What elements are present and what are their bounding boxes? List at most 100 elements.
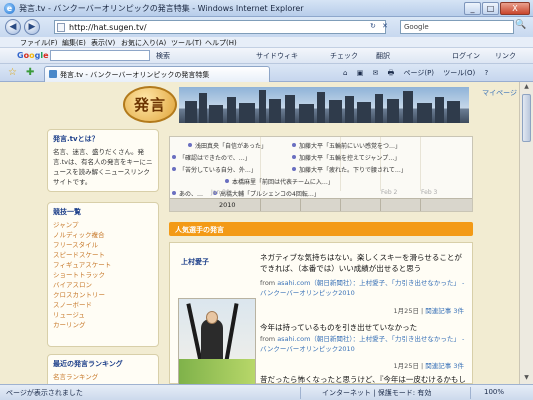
sport-link-curling[interactable]: カーリング (53, 320, 153, 330)
quote-timeline[interactable]: 浅田真央「自信があった」 加藤大平「五輪前にいい感覚をつ…」 「確認はできたので… (169, 136, 473, 212)
sport-link-biathlon[interactable]: バイアスロン (53, 280, 153, 290)
timeline-event[interactable]: 「苦労している自分、外…」 (172, 165, 257, 174)
site-logo[interactable]: 発言 (123, 86, 177, 123)
sport-link-short-track[interactable]: ショートトラック (53, 270, 153, 280)
header-skyline-image (179, 87, 469, 123)
quote-text[interactable]: 昔だったら怖くなったと思うけど、『今年は一皮むけるかもしれん』というネガティブさ… (260, 374, 468, 384)
sidewiki-button[interactable]: サイドウィキ (256, 51, 298, 61)
menu-view[interactable]: 表示(V) (91, 38, 115, 48)
web-page: マイページ 発言 発言.tvとは？ 名言、迷言、盛りだくさん。発言.tvは、有名… (37, 82, 517, 384)
page-menu-button[interactable]: ページ(P) (404, 69, 435, 77)
minimize-button[interactable]: _ (464, 2, 481, 15)
sport-link-nordic-combined[interactable]: ノルディック複合 (53, 230, 153, 240)
timeline-event[interactable]: 加藤大平「五輪を控えてジャンプ…」 (291, 153, 400, 162)
about-body: 名言、迷言、盛りだくさん。発言.tvは、有名人の発言をキーにニュースを読み解くニ… (53, 148, 153, 186)
quote-text[interactable]: ネガティブな気持ちはない。楽しくスキーを滑らせることができれば、（本番では）いい… (260, 252, 468, 274)
close-button[interactable]: X (500, 2, 530, 15)
address-row: ◀ ▶ http://hat.sugen.tv/ ↻ ✕ Google 🔍 (0, 17, 533, 37)
add-favorite-icon[interactable]: ✚ (26, 67, 34, 78)
search-box[interactable]: Google 🔍 (400, 20, 526, 34)
timeline-year-band[interactable]: 2010 (170, 198, 472, 211)
login-button[interactable]: ログイン (452, 51, 480, 61)
menu-favorites[interactable]: お気に入り(A) (121, 38, 166, 48)
maximize-button[interactable]: □ (482, 2, 499, 15)
quote-source: from asahi.com（朝日新聞社）：上村愛子、「力引き出せなかった」 -… (260, 279, 465, 297)
sports-list: ジャンプ ノルディック複合 フリースタイル スピードスケート フィギュアスケート… (48, 220, 158, 330)
refresh-stop-buttons[interactable]: ↻ ✕ (370, 22, 390, 30)
source-link[interactable]: asahi.com（朝日新聞社）：上村愛子、「力引き出せなかった」 - バンクー… (260, 279, 464, 297)
print-icon[interactable]: 🖶 (388, 69, 395, 77)
mail-icon[interactable]: ✉ (373, 69, 379, 77)
address-url[interactable]: http://hat.sugen.tv/ (69, 23, 147, 32)
scroll-up-icon[interactable]: ▲ (522, 83, 531, 92)
sport-link-snowboard[interactable]: スノーボード (53, 300, 153, 310)
source-link[interactable]: asahi.com（朝日新聞社）：上村愛子、「力引き出せなかった」 - バンクー… (260, 335, 464, 353)
tab-row: ☆ ✚ 発言.tv - バンクーバーオリンピックの発言特集 ⌂ ▣ ✉ 🖶 ペー… (0, 64, 533, 82)
scroll-thumb[interactable] (522, 94, 531, 142)
command-bar: ⌂ ▣ ✉ 🖶 ページ(P) ツール(O) ? (343, 68, 495, 80)
sport-link-freestyle[interactable]: フリースタイル (53, 240, 153, 250)
quote-source: from asahi.com（朝日新聞社）：上村愛子、「力引き出せなかった」 -… (260, 335, 465, 353)
tab-label: 発言.tv - バンクーバーオリンピックの発言特集 (60, 71, 210, 79)
quote-text[interactable]: 今年は持っているものを引き出せていなかった (260, 322, 468, 333)
feeds-icon[interactable]: ▣ (357, 69, 364, 77)
sport-link-luge[interactable]: リュージュ (53, 310, 153, 320)
related-articles-link[interactable]: 関連記事 3件 (425, 362, 464, 370)
sport-link-cross-country[interactable]: クロスカントリー (53, 290, 153, 300)
ranking-title: 最近の発言ランキング (53, 360, 123, 368)
athlete-photo (178, 298, 256, 384)
security-zone[interactable]: インターネット | 保護モード: 有効 (322, 388, 431, 398)
google-search-button[interactable]: 検索 (156, 51, 170, 61)
timeline-day-label: Feb 2 (381, 189, 398, 196)
menu-help[interactable]: ヘルプ(H) (205, 38, 237, 48)
sports-list-title: 競技一覧 (53, 208, 81, 216)
home-icon[interactable]: ⌂ (343, 69, 347, 77)
timeline-event[interactable]: 「確認はできたので、…」 (172, 153, 251, 162)
browser-tab[interactable]: 発言.tv - バンクーバーオリンピックの発言特集 (44, 66, 270, 82)
menu-file[interactable]: ファイル(F) (20, 38, 58, 48)
search-placeholder[interactable]: Google (404, 23, 429, 31)
page-icon (57, 23, 65, 32)
address-bar[interactable]: http://hat.sugen.tv/ (54, 20, 386, 34)
mypage-link[interactable]: マイページ (482, 88, 517, 98)
athlete-name-link[interactable]: 上村愛子 (181, 257, 209, 267)
check-button[interactable]: チェック (330, 51, 358, 61)
about-box: 発言.tvとは？ 名言、迷言、盛りだくさん。発言.tvは、有名人の発言をキーにニ… (47, 129, 159, 192)
browser-viewport: マイページ 発言 発言.tvとは？ 名言、迷言、盛りだくさん。発言.tvは、有名… (0, 82, 533, 384)
vertical-scrollbar[interactable]: ▲ ▼ (519, 82, 533, 384)
links-button[interactable]: リンク (495, 51, 516, 61)
related-articles-link[interactable]: 関連記事 3件 (425, 307, 464, 315)
ranking-link-quotes[interactable]: 名言ランキング (53, 372, 153, 382)
menu-tools[interactable]: ツール(T) (171, 38, 202, 48)
title-bar: e 発言.tv - バンクーバーオリンピックの発言特集 - Windows In… (0, 0, 533, 17)
quote-date: 1月25日 (393, 307, 419, 315)
menu-edit[interactable]: 編集(E) (62, 38, 86, 48)
zoom-level[interactable]: 100% (484, 388, 504, 396)
timeline-year: 2010 (219, 201, 236, 209)
ranking-links: 名言ランキング (48, 372, 158, 382)
timeline-event[interactable]: 加藤大平「疲れた。下りで腰されて…」 (292, 165, 407, 174)
back-button[interactable]: ◀ (5, 19, 21, 35)
timeline-day-label: Feb 3 (421, 189, 438, 196)
timeline-event[interactable]: 加藤大平「五輪前にいい感覚をつ…」 (291, 141, 401, 150)
forward-button[interactable]: ▶ (24, 19, 40, 35)
timeline-event[interactable]: 本橋麻里「前回は代表チームに入…」 (225, 177, 334, 186)
sports-list-box: 競技一覧 ジャンプ ノルディック複合 フリースタイル スピードスケート フィギュ… (47, 202, 159, 347)
window-controls: _ □ X (464, 2, 530, 15)
sport-link-figure-skating[interactable]: フィギュアスケート (53, 260, 153, 270)
search-icon[interactable]: 🔍 (515, 20, 529, 34)
menu-bar: ファイル(F) 編集(E) 表示(V) お気に入り(A) ツール(T) ヘルプ(… (0, 37, 533, 48)
help-icon[interactable]: ? (485, 69, 489, 77)
timeline-days: Jan 30 Feb 2 Feb 3 (170, 189, 472, 198)
ranking-box: 最近の発言ランキング 名言ランキング (47, 354, 159, 384)
section-header: 人気選手の発言 (169, 222, 473, 236)
sport-link-speed-skating[interactable]: スピードスケート (53, 250, 153, 260)
google-search-input[interactable] (50, 50, 150, 61)
scroll-down-icon[interactable]: ▼ (522, 374, 531, 383)
sport-link-jump[interactable]: ジャンプ (53, 220, 153, 230)
tools-menu-button[interactable]: ツール(O) (443, 69, 475, 77)
ie-logo-icon: e (4, 3, 15, 14)
favorites-star-icon[interactable]: ☆ (8, 67, 17, 78)
translate-button[interactable]: 翻訳 (376, 51, 390, 61)
timeline-event[interactable]: 浅田真央「自信があった」 (187, 141, 267, 150)
